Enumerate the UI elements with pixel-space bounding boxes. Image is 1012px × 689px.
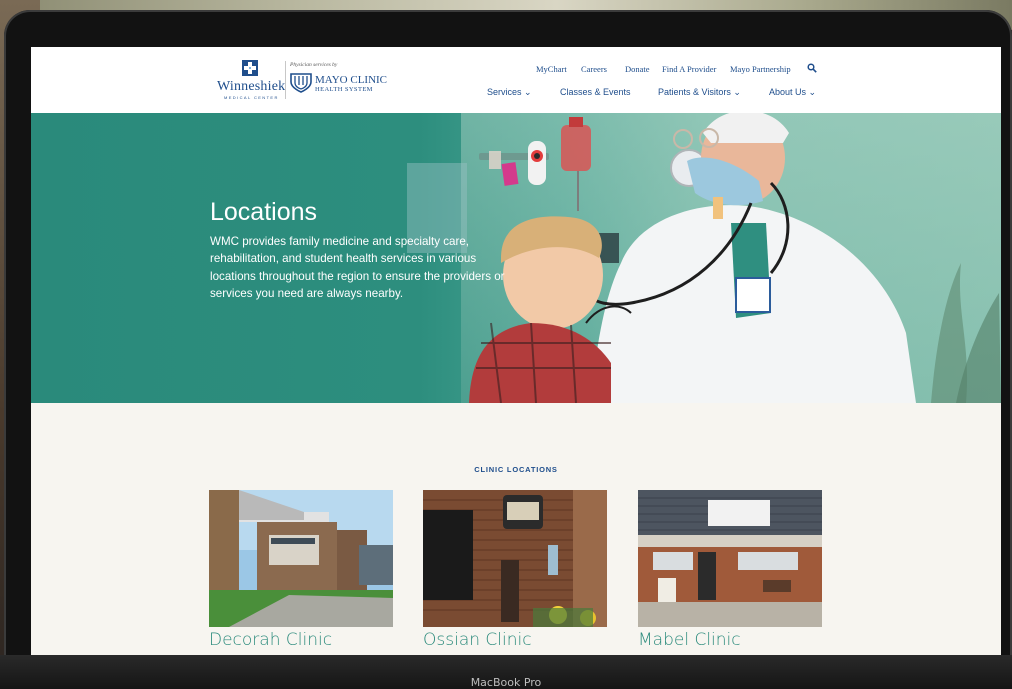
clinic-locations-heading: CLINIC LOCATIONS bbox=[474, 465, 558, 474]
physician-services-text: Physician services by bbox=[290, 62, 338, 68]
device-label: MacBook Pro bbox=[470, 676, 542, 689]
browser-screen: Winneshiek MEDICAL CENTER Physician serv… bbox=[31, 47, 1001, 657]
logo-subtitle: MEDICAL CENTER bbox=[224, 95, 279, 100]
nav-about-us[interactable]: About Us ⌄ bbox=[769, 87, 816, 98]
hero-title: Locations bbox=[210, 198, 318, 226]
clinic-photo bbox=[638, 490, 822, 627]
nav-link-find-a-provider[interactable]: Find A Provider bbox=[662, 64, 716, 74]
nav-link-careers[interactable]: Careers bbox=[581, 64, 607, 74]
hero-description: WMC provides family medicine and special… bbox=[210, 235, 505, 301]
nav-link-mayo-partnership[interactable]: Mayo Partnership bbox=[730, 64, 791, 74]
health-system-text: HEALTH SYSTEM bbox=[315, 86, 373, 93]
nav-patients-visitors[interactable]: Patients & Visitors ⌄ bbox=[658, 87, 741, 98]
clinic-name[interactable]: Mabel Clinic bbox=[638, 630, 741, 650]
search-icon[interactable] bbox=[807, 63, 817, 73]
mayo-clinic-logo[interactable]: Physician services by MAYO CLINIC HEALTH… bbox=[290, 62, 400, 102]
nav-link-mychart[interactable]: MyChart bbox=[536, 64, 567, 74]
hero-banner: Locations WMC provides family medicine a… bbox=[31, 113, 1001, 403]
clinic-card-decorah[interactable]: Decorah Clinic bbox=[209, 490, 393, 657]
clinic-name[interactable]: Decorah Clinic bbox=[209, 630, 332, 650]
clinic-photo bbox=[209, 490, 393, 627]
clinic-card-mabel[interactable]: Mabel Clinic bbox=[638, 490, 822, 657]
logo-divider bbox=[285, 61, 286, 99]
nav-link-donate[interactable]: Donate bbox=[625, 64, 650, 74]
clinic-card-ossian[interactable]: Ossian Clinic bbox=[423, 490, 607, 657]
hero-photo bbox=[407, 113, 1001, 403]
nav-classes-events[interactable]: Classes & Events bbox=[560, 87, 631, 97]
clinic-name[interactable]: Ossian Clinic bbox=[423, 630, 532, 650]
nav-services[interactable]: Services ⌄ bbox=[487, 87, 532, 98]
winneshiek-logo[interactable]: Winneshiek MEDICAL CENTER bbox=[217, 60, 287, 102]
logo-name: Winneshiek bbox=[217, 79, 286, 94]
cross-icon bbox=[242, 60, 258, 76]
shield-icon bbox=[290, 73, 312, 93]
clinic-photo bbox=[423, 490, 607, 627]
mayo-clinic-name: MAYO CLINIC bbox=[315, 74, 388, 86]
site-header: Winneshiek MEDICAL CENTER Physician serv… bbox=[31, 47, 1001, 113]
